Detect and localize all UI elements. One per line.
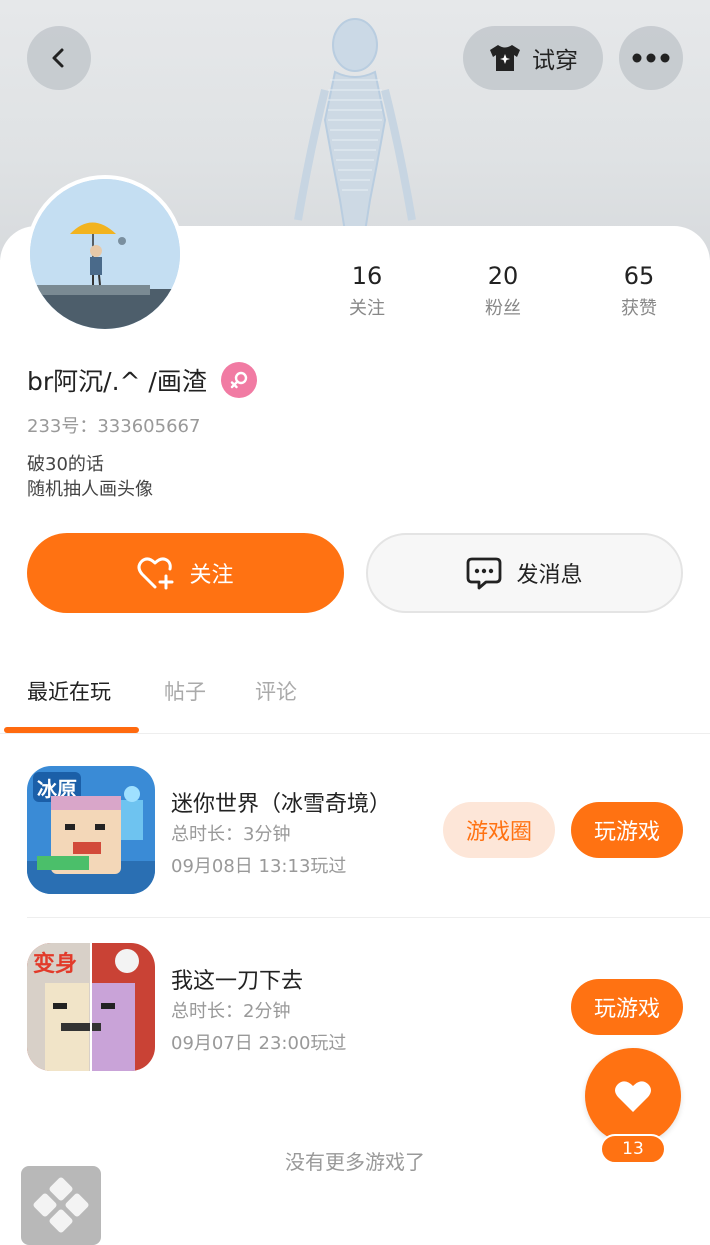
tab-posts[interactable]: 帖子 bbox=[164, 676, 206, 706]
username: br阿沉/.^ /画渣 bbox=[27, 367, 207, 396]
tab-indicator bbox=[4, 727, 139, 733]
followers-label: 粉丝 bbox=[485, 298, 521, 319]
likes-label: 获赞 bbox=[621, 298, 657, 319]
bio-line: 随机抽人画头像 bbox=[27, 479, 153, 500]
likes-count: 65 bbox=[623, 262, 655, 290]
message-label: 发消息 bbox=[516, 563, 583, 588]
bio-line: 破30的话 bbox=[27, 454, 104, 475]
following-label: 关注 bbox=[349, 298, 385, 319]
profile-tabs: 最近在玩 帖子 评论 bbox=[0, 672, 710, 734]
game-title: 我这一刀下去 bbox=[171, 969, 304, 994]
heart-icon bbox=[615, 1081, 651, 1112]
following-count: 16 bbox=[351, 262, 383, 290]
game-duration: 总时长：3分钟 bbox=[171, 824, 291, 845]
like-fab-button[interactable] bbox=[585, 1048, 681, 1144]
avatar[interactable] bbox=[26, 175, 184, 333]
game-last-played: 09月07日 23:00玩过 bbox=[171, 1033, 347, 1054]
stat-likes[interactable]: 65 获赞 bbox=[589, 262, 689, 320]
heart-plus-icon bbox=[137, 557, 174, 590]
message-button[interactable]: 发消息 bbox=[366, 533, 683, 613]
follow-button[interactable]: 关注 bbox=[27, 533, 344, 613]
play-game-button[interactable]: 玩游戏 bbox=[571, 979, 683, 1035]
chat-bubble-icon bbox=[467, 557, 502, 590]
gamepad-icon bbox=[33, 1177, 89, 1233]
user-id: 233号：333605667 bbox=[27, 416, 201, 437]
bio: 破30的话 随机抽人画头像 bbox=[27, 452, 153, 502]
game-row[interactable]: 冰原 迷你世界（冰雪奇境） 总时长：3分钟 09月08日 13:13玩过 游戏圈… bbox=[0, 766, 710, 896]
game-icon-one-slash: 变身 bbox=[27, 943, 155, 1071]
try-on-button[interactable]: 试穿 bbox=[463, 26, 603, 90]
game-duration: 总时长：2分钟 bbox=[171, 1001, 291, 1022]
more-dots-icon bbox=[632, 53, 670, 63]
floating-gamepad-button[interactable] bbox=[21, 1166, 101, 1245]
tab-comments[interactable]: 评论 bbox=[255, 676, 297, 706]
tab-recent-games[interactable]: 最近在玩 bbox=[27, 676, 111, 706]
game-icon-mini-world: 冰原 bbox=[27, 766, 155, 894]
tshirt-sparkle-icon bbox=[490, 45, 520, 71]
back-button[interactable] bbox=[27, 26, 91, 90]
game-title: 迷你世界（冰雪奇境） bbox=[171, 792, 392, 817]
game-last-played: 09月08日 13:13玩过 bbox=[171, 856, 347, 877]
back-chevron-icon bbox=[52, 48, 64, 68]
stat-following[interactable]: 16 关注 bbox=[317, 262, 417, 320]
avatar-image bbox=[30, 179, 180, 329]
more-button[interactable] bbox=[619, 26, 683, 90]
follow-label: 关注 bbox=[189, 563, 234, 588]
try-on-label: 试穿 bbox=[532, 48, 578, 74]
divider bbox=[27, 917, 710, 918]
svg-text:变身: 变身 bbox=[33, 951, 77, 977]
play-game-button[interactable]: 玩游戏 bbox=[571, 802, 683, 858]
like-count-badge: 13 bbox=[600, 1134, 666, 1164]
game-community-button[interactable]: 游戏圈 bbox=[443, 802, 555, 858]
followers-count: 20 bbox=[487, 262, 519, 290]
female-icon bbox=[220, 362, 257, 398]
username-row: br阿沉/.^ /画渣 bbox=[27, 362, 257, 398]
avatar-figure-image bbox=[294, 18, 416, 239]
stat-followers[interactable]: 20 粉丝 bbox=[453, 262, 553, 320]
game-row[interactable]: 变身 我这一刀下去 总时长：2分钟 09月07日 23:00玩过 玩游戏 bbox=[0, 943, 710, 1073]
